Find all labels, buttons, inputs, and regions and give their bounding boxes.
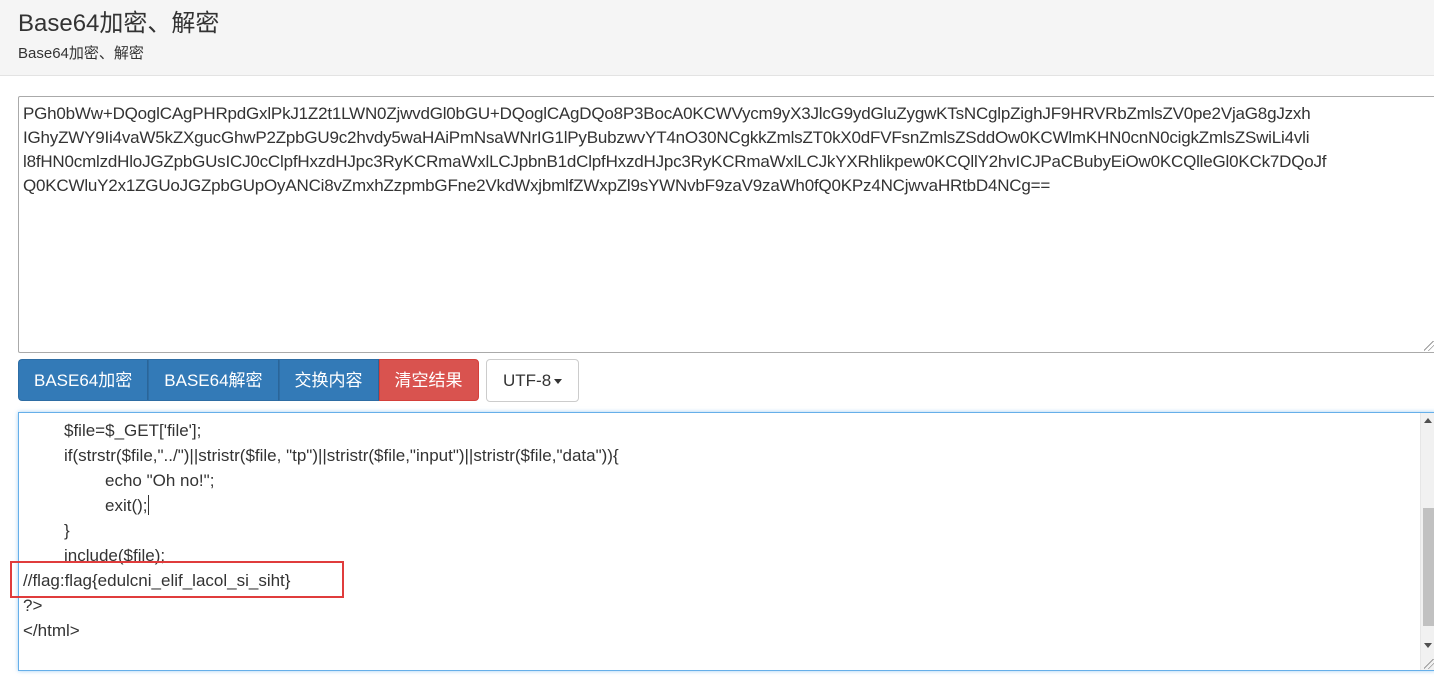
code-line: $file=$_GET['file'];	[64, 418, 201, 443]
input-line: IGhyZWY9Ii4vaW5kZXgucGhwP2ZpbGU9c2hvdy5w…	[23, 128, 1310, 147]
code-line-text: include($file);	[64, 546, 166, 565]
scroll-up-arrow-icon[interactable]	[1424, 418, 1432, 423]
code-line-text: </html>	[23, 621, 80, 640]
resize-handle-icon[interactable]	[1424, 341, 1434, 351]
code-line: echo "Oh no!";	[105, 468, 214, 493]
charset-label: UTF-8	[503, 371, 552, 390]
page-subtitle: Base64加密、解密	[18, 45, 144, 62]
flag-text: //flag:flag{edulcni_elif_lacol_si_siht}	[23, 571, 291, 590]
scroll-down-arrow-icon[interactable]	[1424, 643, 1432, 648]
code-line: if(strstr($file,"../")||stristr($file, "…	[64, 443, 619, 468]
input-line: PGh0bWw+DQoglCAgPHRpdGxlPkJ1Z2t1LWN0Zjwv…	[23, 104, 1311, 123]
code-line: include($file);	[64, 543, 165, 568]
vertical-scrollbar[interactable]	[1420, 413, 1434, 670]
scrollbar-thumb[interactable]	[1423, 508, 1434, 626]
code-line-text: }	[64, 521, 70, 540]
code-line-text: echo "Oh no!";	[105, 471, 215, 490]
page-title: Base64加密、解密	[18, 10, 220, 37]
caret-down-icon	[554, 379, 563, 385]
base64-decode-button[interactable]: BASE64解密	[148, 359, 279, 401]
action-button-group: BASE64加密 BASE64解密 交换内容 清空结果	[18, 359, 479, 401]
base64-encode-button[interactable]: BASE64加密	[18, 359, 149, 401]
input-line: l8fHN0cmlzdHloJGZpbGUsICJ0cClpfHxzdHJpc3…	[23, 152, 1327, 171]
charset-dropdown[interactable]: UTF-8	[486, 359, 580, 402]
clear-result-button[interactable]: 清空结果	[378, 359, 479, 401]
text-cursor	[147, 495, 149, 515]
result-output-textarea[interactable]: $file=$_GET['file']; if(strstr($file,"..…	[18, 412, 1434, 671]
code-line: }	[64, 518, 70, 543]
code-line-text: $file=$_GET['file'];	[64, 421, 202, 440]
code-line-text: if(strstr($file,"../")||stristr($file, "…	[64, 446, 619, 465]
input-line: Q0KCWluY2x1ZGUoJGZpbGUpOyANCi8vZmxhZzpmb…	[23, 176, 1051, 195]
code-line: </html>	[23, 618, 80, 643]
page-header: Base64加密、解密 Base64加密、解密	[0, 0, 1434, 76]
code-line-text: exit();	[105, 496, 148, 515]
resize-handle-icon[interactable]	[1424, 659, 1434, 669]
code-line-text: ?>	[23, 596, 43, 615]
code-line: exit();	[105, 493, 149, 518]
swap-content-button[interactable]: 交换内容	[278, 359, 379, 401]
code-line: ?>	[23, 593, 42, 618]
base64-input-textarea[interactable]: PGh0bWw+DQoglCAgPHRpdGxlPkJ1Z2t1LWN0Zjwv…	[18, 96, 1434, 353]
flag-code-line: //flag:flag{edulcni_elif_lacol_si_siht}	[23, 568, 290, 593]
